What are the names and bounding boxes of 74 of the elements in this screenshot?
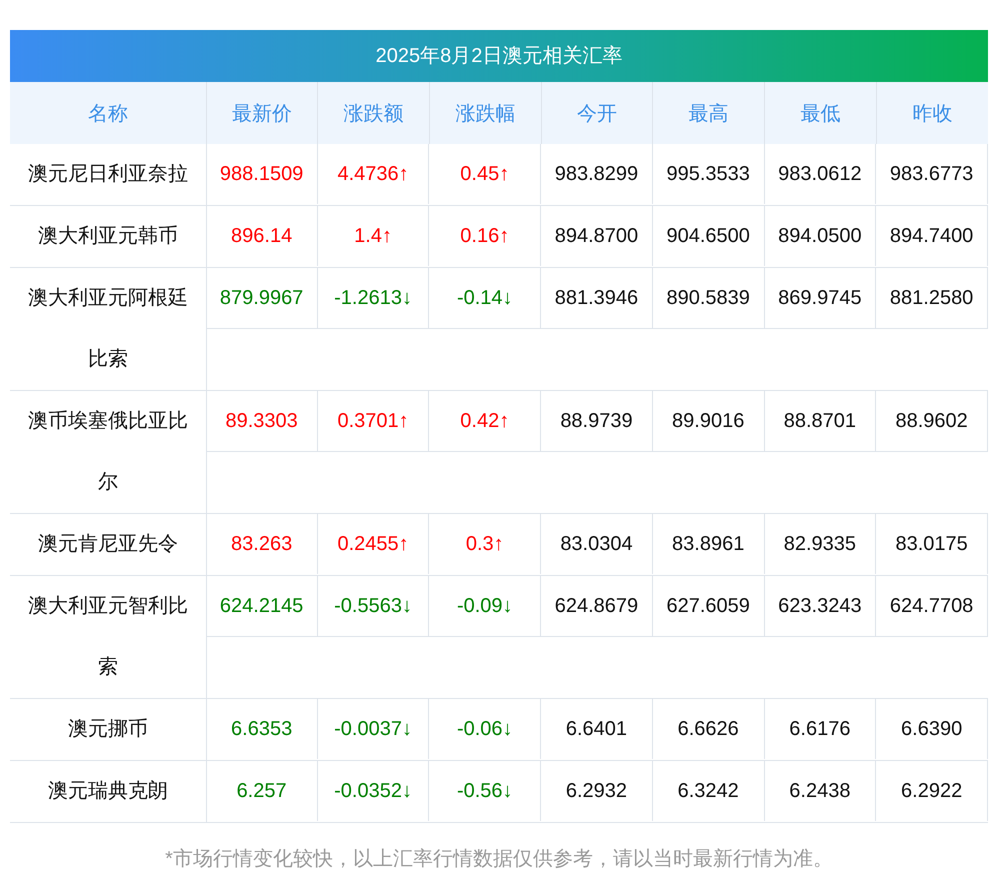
table-cell: -0.56↓: [429, 761, 542, 821]
table-cell: 6.3242: [652, 761, 765, 821]
table-cell: 995.3533: [652, 144, 765, 204]
table-cell: 623.3243: [764, 576, 876, 637]
table-cell: 6.6353: [206, 699, 318, 759]
table-cell: 6.2922: [876, 761, 988, 821]
table-cell: 0.3701↑: [318, 391, 430, 452]
table-cell: 627.6059: [652, 576, 765, 637]
table-cell: 83.0175: [876, 514, 988, 574]
column-header: 涨跌额: [318, 82, 430, 144]
column-header: 昨收: [876, 82, 988, 144]
table-cell: 澳大利亚元韩币: [10, 206, 206, 268]
disclaimer-text: *市场行情变化较快，以上汇率行情数据仅供参考，请以当时最新行情为准。: [164, 847, 834, 872]
table-cell: 983.0612: [764, 144, 876, 204]
table-cell: 881.2580: [876, 268, 988, 329]
table-cell: 6.2932: [541, 761, 653, 821]
table-cell: 869.9745: [764, 268, 876, 329]
column-header: 最低: [764, 82, 876, 144]
table-cell: 83.8961: [652, 514, 765, 574]
table-cell: 896.14: [206, 206, 318, 266]
table-cell: 89.9016: [652, 391, 765, 452]
column-header: 最新价: [206, 82, 318, 144]
table-cell: -0.14↓: [429, 268, 542, 329]
column-header: 最高: [652, 82, 765, 144]
table-cell: 澳元肯尼亚先令: [10, 514, 206, 576]
table-cell: -0.5563↓: [318, 576, 430, 637]
table-cell: 881.3946: [541, 268, 653, 329]
table-cell: 983.8299: [541, 144, 653, 204]
table-cell: -0.06↓: [429, 699, 542, 759]
table-cell: 88.9602: [876, 391, 988, 452]
column-header: 名称: [10, 82, 206, 144]
table-cell: 澳大利亚元智利比索: [10, 576, 206, 698]
table-cell: 624.2145: [206, 576, 318, 637]
table-cell: 6.6176: [764, 699, 876, 759]
table-cell: 澳元尼日利亚奈拉: [10, 144, 206, 206]
table-cell: 澳大利亚元阿根廷比索: [10, 268, 206, 390]
table-cell: -0.0037↓: [318, 699, 430, 759]
table-cell: 0.2455↑: [318, 514, 430, 574]
table-cell: 6.6401: [541, 699, 653, 759]
table-cell: 894.8700: [541, 206, 653, 266]
column-header: 今开: [541, 82, 653, 144]
table-cell: 澳元挪币: [10, 698, 206, 760]
table-cell: -0.0352↓: [318, 761, 430, 821]
table-cell: 83.0304: [541, 514, 653, 574]
table-cell: 983.6773: [876, 144, 988, 204]
table-cell: 6.2438: [764, 761, 876, 821]
table-cell: 0.16↑: [429, 206, 542, 266]
table-cell: 988.1509: [206, 144, 318, 204]
table-cell: 624.8679: [541, 576, 653, 637]
table-cell: 6.6626: [652, 699, 765, 759]
table-cell: 904.6500: [652, 206, 765, 266]
table-cell: 0.42↑: [429, 391, 542, 452]
table-cell: 82.9335: [764, 514, 876, 574]
table-cell: 1.4↑: [318, 206, 430, 266]
table-cell: 88.9739: [541, 391, 653, 452]
table-cell: 0.45↑: [429, 144, 542, 204]
table-cell: 4.4736↑: [318, 144, 430, 204]
table-cell: 890.5839: [652, 268, 765, 329]
table-cell: 83.263: [206, 514, 318, 574]
table-cell: 894.0500: [764, 206, 876, 266]
table-cell: 澳元瑞典克朗: [10, 760, 206, 822]
column-header: 涨跌幅: [429, 82, 542, 144]
table-cell: -1.2613↓: [318, 268, 430, 329]
table-cell: 6.6390: [876, 699, 988, 759]
table-cell: 89.3303: [206, 391, 318, 452]
table-cell: 88.8701: [764, 391, 876, 452]
table-cell: 894.7400: [876, 206, 988, 266]
table-cell: 879.9967: [206, 268, 318, 329]
table-cell: 0.3↑: [429, 514, 542, 574]
table-cell: -0.09↓: [429, 576, 542, 637]
table-title: 2025年8月2日澳元相关汇率: [10, 30, 988, 82]
table-cell: 澳币埃塞俄比亚比尔: [10, 390, 206, 514]
table-cell: 6.257: [206, 761, 318, 821]
table-cell: 624.7708: [876, 576, 988, 637]
